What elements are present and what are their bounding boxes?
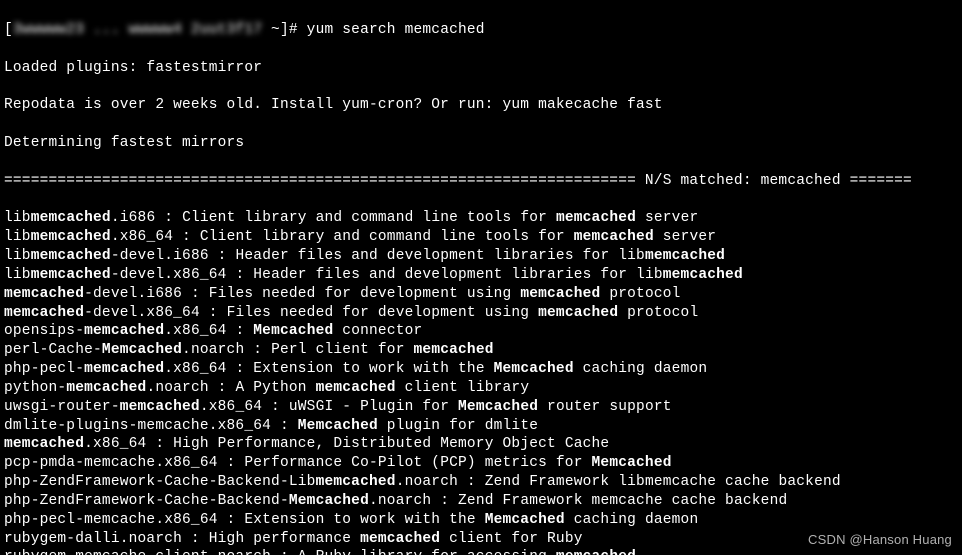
package-line: php-pecl-memcache.x86_64 : Extension to …: [4, 511, 958, 530]
package-list: libmemcached.i686 : Client library and c…: [4, 209, 958, 555]
package-line: memcached.x86_64 : High Performance, Dis…: [4, 435, 958, 454]
package-line: libmemcached.i686 : Client library and c…: [4, 209, 958, 228]
package-line: rubygem-memcache-client.noarch : A Ruby …: [4, 548, 958, 555]
command-text: yum search memcached: [307, 22, 485, 38]
terminal-output[interactable]: [3wwwww23 ... wwwww4 2uut3f17 ~]# yum se…: [0, 0, 962, 555]
package-line: opensips-memcached.x86_64 : Memcached co…: [4, 322, 958, 341]
package-line: libmemcached-devel.i686 : Header files a…: [4, 247, 958, 266]
preamble-line: Repodata is over 2 weeks old. Install yu…: [4, 96, 958, 115]
package-line: libmemcached.x86_64 : Client library and…: [4, 228, 958, 247]
package-line: dmlite-plugins-memcache.x86_64 : Memcach…: [4, 417, 958, 436]
package-line: php-ZendFramework-Cache-Backend-Libmemca…: [4, 473, 958, 492]
package-line: memcached-devel.i686 : Files needed for …: [4, 285, 958, 304]
package-line: perl-Cache-Memcached.noarch : Perl clien…: [4, 341, 958, 360]
package-line: memcached-devel.x86_64 : Files needed fo…: [4, 304, 958, 323]
package-line: libmemcached-devel.x86_64 : Header files…: [4, 266, 958, 285]
preamble-line: Determining fastest mirrors: [4, 134, 958, 153]
prompt-line: [3wwwww23 ... wwwww4 2uut3f17 ~]# yum se…: [4, 21, 958, 40]
package-line: php-ZendFramework-Cache-Backend-Memcache…: [4, 492, 958, 511]
section-header: ========================================…: [4, 172, 958, 191]
prompt-redacted: [3wwwww23 ... wwwww4 2uut3f17 ~]#: [4, 22, 307, 38]
package-line: python-memcached.noarch : A Python memca…: [4, 379, 958, 398]
package-line: php-pecl-memcached.x86_64 : Extension to…: [4, 360, 958, 379]
package-line: pcp-pmda-memcache.x86_64 : Performance C…: [4, 454, 958, 473]
watermark: CSDN @Hanson Huang: [808, 532, 952, 549]
package-line: uwsgi-router-memcached.x86_64 : uWSGI - …: [4, 398, 958, 417]
preamble-line: Loaded plugins: fastestmirror: [4, 59, 958, 78]
